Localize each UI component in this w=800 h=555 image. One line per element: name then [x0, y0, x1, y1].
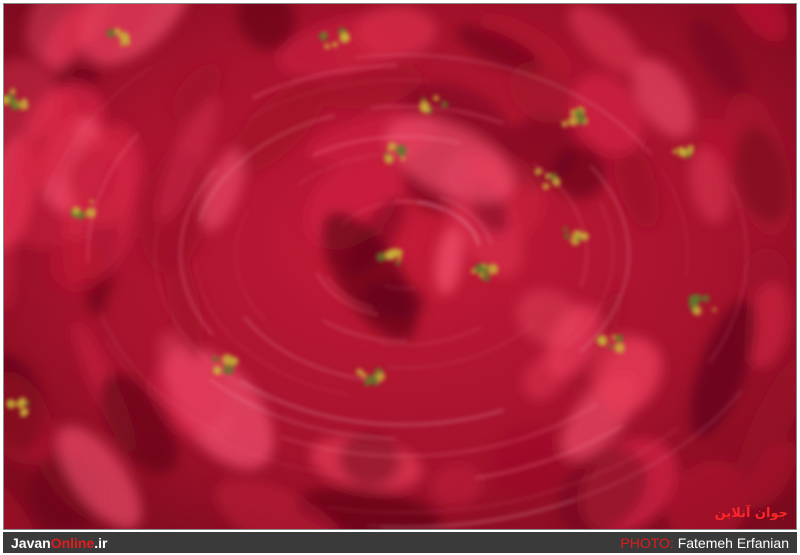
photo-credit: PHOTO: Fatemeh Erfanian: [620, 535, 789, 551]
photographer-name: Fatemeh Erfanian: [677, 534, 789, 551]
flower-center: [18, 100, 29, 110]
flower-center: [395, 260, 401, 266]
caption-bar: JavanOnline.ir PHOTO: Fatemeh Erfanian: [3, 532, 797, 553]
flower-center: [542, 183, 550, 190]
flower-center: [433, 95, 439, 102]
flower-center: [324, 43, 330, 50]
flower-center: [544, 174, 550, 180]
flower-center: [614, 342, 625, 354]
flower-center: [16, 399, 26, 409]
flower-center: [563, 227, 568, 232]
flower-center: [375, 367, 382, 375]
flower-center: [389, 248, 399, 258]
flower-center: [6, 399, 16, 409]
flower-center: [9, 88, 16, 95]
watermark-logo: جوان آنلاین: [714, 506, 788, 521]
flower-center: [106, 28, 116, 38]
flower-center: [115, 29, 121, 36]
flower-center: [482, 273, 491, 282]
flower-center: [318, 32, 328, 41]
flower-center: [387, 147, 392, 152]
flower-center: [360, 372, 367, 379]
flower-center: [229, 356, 239, 366]
flower-center: [608, 344, 614, 349]
flower-center: [441, 101, 448, 108]
photo-frame: جوان آنلاین JavanOnline.ir PHOTO: Fateme…: [0, 0, 800, 555]
flower-center: [564, 233, 571, 240]
flower-center: [688, 294, 699, 305]
flower-center: [692, 306, 702, 316]
flower-center: [470, 268, 476, 274]
flower-center: [596, 335, 608, 346]
flower-center: [712, 307, 717, 312]
flower-center: [85, 207, 97, 218]
flower-center: [688, 149, 694, 155]
flower-center: [213, 366, 222, 376]
flower-center: [10, 101, 20, 111]
flower-center: [487, 263, 499, 275]
flower-center: [611, 335, 616, 340]
flower-center: [376, 252, 386, 262]
flower-center: [568, 116, 578, 126]
flower-center: [21, 407, 29, 416]
flower-center: [400, 156, 406, 161]
flower-center: [702, 294, 710, 303]
flower-center: [72, 206, 81, 215]
flower-center: [123, 38, 131, 46]
flower-center: [119, 41, 125, 47]
flower-center: [89, 199, 94, 204]
flower-center: [576, 236, 581, 242]
flower-center: [363, 379, 371, 386]
flower-center: [339, 32, 351, 44]
flower-center: [534, 168, 542, 175]
flower-center: [384, 154, 394, 164]
flower-center: [552, 177, 561, 187]
flower-center: [397, 256, 402, 261]
flower-center: [422, 106, 430, 114]
poinsettia-photo: جوان آنلاین: [3, 3, 797, 530]
photo-label: PHOTO:: [620, 534, 674, 551]
flower-center: [672, 149, 678, 154]
flower-center: [680, 148, 688, 156]
flower-center: [615, 334, 624, 343]
flower-center: [574, 109, 584, 119]
flower-center: [331, 41, 338, 48]
flower-center: [212, 355, 219, 363]
flower-center: [395, 144, 407, 156]
flower-center: [421, 97, 426, 102]
motion-blur-poinsettia-image: [4, 4, 796, 529]
site-name: JavanOnline.ir: [11, 534, 108, 551]
flower-center: [561, 120, 568, 128]
flower-center: [223, 363, 234, 375]
